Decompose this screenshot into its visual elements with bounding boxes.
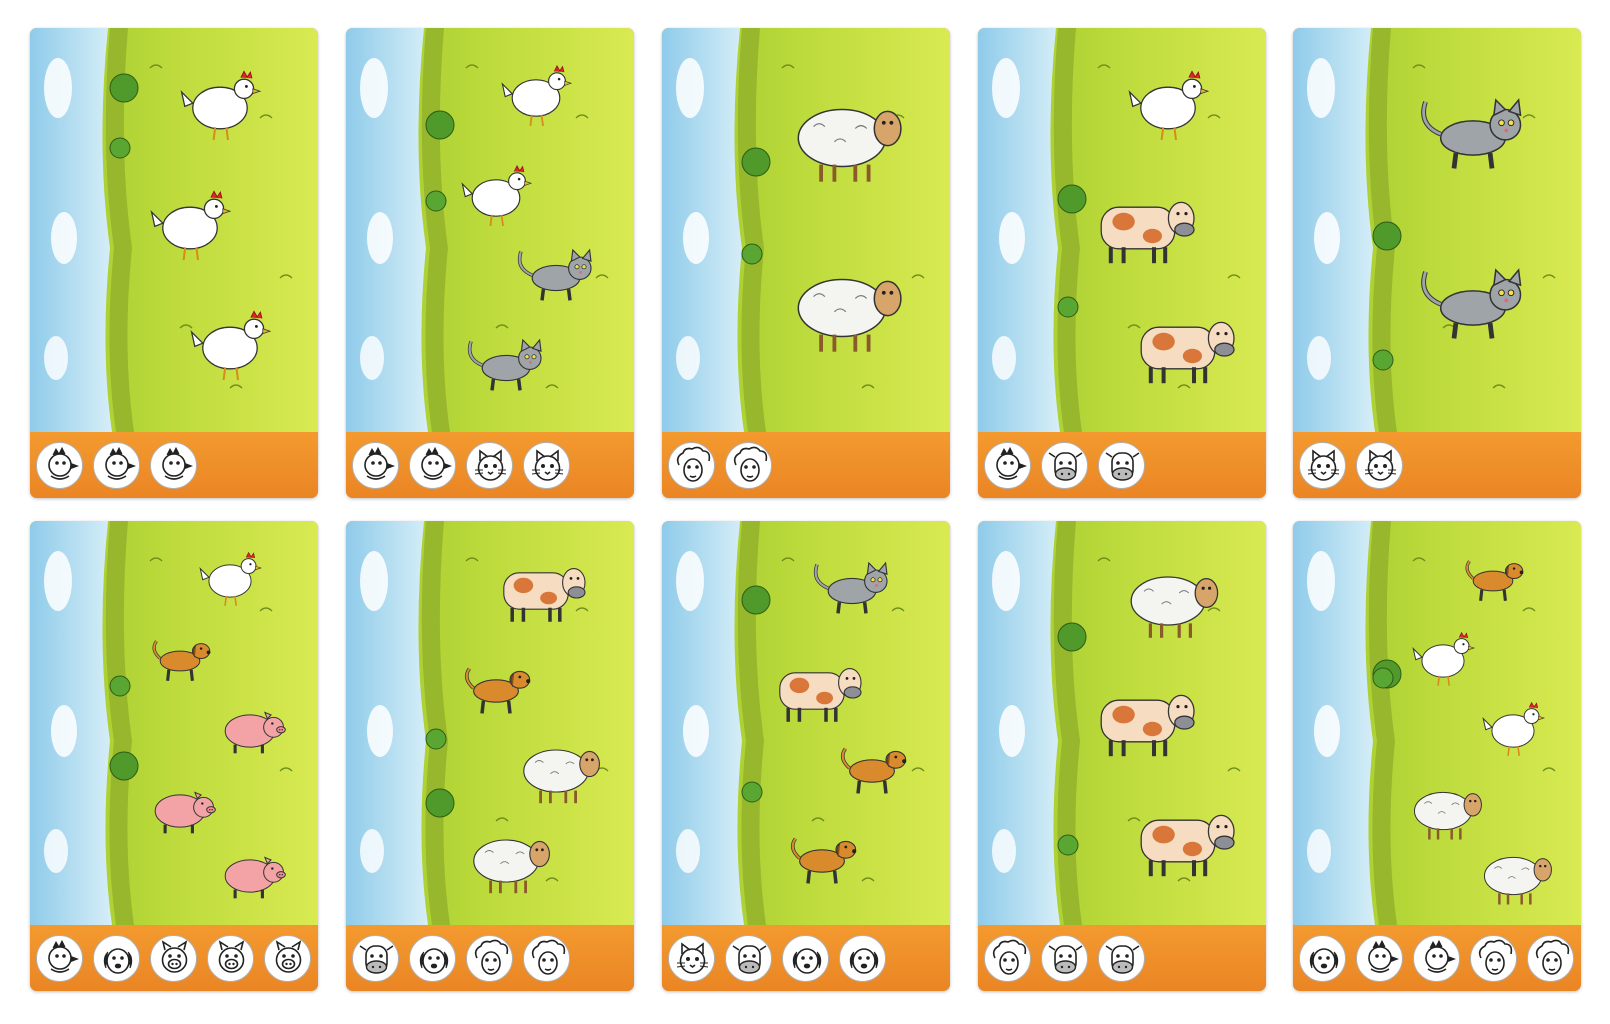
farm-scene [30, 28, 318, 432]
cow-icon [1041, 442, 1088, 489]
game-card[interactable] [1293, 28, 1581, 498]
hen-icon [1356, 935, 1403, 982]
game-card[interactable] [30, 521, 318, 991]
animal-count-strip [978, 432, 1266, 498]
sheep-icon [725, 442, 772, 489]
game-card[interactable] [662, 521, 950, 991]
farm-scene [978, 521, 1266, 925]
cow-icon [725, 935, 772, 982]
sheep-icon [1527, 935, 1574, 982]
hen-icon [984, 442, 1031, 489]
animal-count-strip [978, 925, 1266, 991]
sheep-icon [523, 935, 570, 982]
cat-icon [466, 442, 513, 489]
cow-icon [1041, 935, 1088, 982]
animal-count-strip [346, 925, 634, 991]
game-card[interactable] [346, 521, 634, 991]
sheep-icon [984, 935, 1031, 982]
cow-icon [1098, 935, 1145, 982]
hen-icon [150, 442, 197, 489]
pig-icon [207, 935, 254, 982]
sheep-icon [668, 442, 715, 489]
hen-icon [1413, 935, 1460, 982]
cat-icon [523, 442, 570, 489]
farm-scene [346, 28, 634, 432]
hen-icon [409, 442, 456, 489]
farm-scene [30, 521, 318, 925]
dog-icon [93, 935, 140, 982]
farm-scene [1293, 28, 1581, 432]
farm-scene [662, 28, 950, 432]
hen-icon [352, 442, 399, 489]
dog-icon [839, 935, 886, 982]
sheep-icon [1470, 935, 1517, 982]
cat-icon [668, 935, 715, 982]
dog-icon [782, 935, 829, 982]
hen-icon [36, 935, 83, 982]
game-card[interactable] [662, 28, 950, 498]
cow-icon [1098, 442, 1145, 489]
animal-count-strip [30, 432, 318, 498]
farm-scene [1293, 521, 1581, 925]
farm-scene [346, 521, 634, 925]
hen-icon [93, 442, 140, 489]
game-card[interactable] [346, 28, 634, 498]
animal-count-strip [662, 925, 950, 991]
pig-icon [150, 935, 197, 982]
game-card[interactable] [1293, 521, 1581, 991]
game-card[interactable] [978, 521, 1266, 991]
animal-count-strip [1293, 925, 1581, 991]
dog-icon [409, 935, 456, 982]
animal-count-strip [662, 432, 950, 498]
animal-count-strip [346, 432, 634, 498]
animal-count-strip [1293, 432, 1581, 498]
game-card[interactable] [30, 28, 318, 498]
pig-icon [264, 935, 311, 982]
sheep-icon [466, 935, 513, 982]
cow-icon [352, 935, 399, 982]
cat-icon [1356, 442, 1403, 489]
cat-icon [1299, 442, 1346, 489]
farm-scene [978, 28, 1266, 432]
animal-count-strip [30, 925, 318, 991]
farm-scene [662, 521, 950, 925]
hen-icon [36, 442, 83, 489]
game-card[interactable] [978, 28, 1266, 498]
dog-icon [1299, 935, 1346, 982]
